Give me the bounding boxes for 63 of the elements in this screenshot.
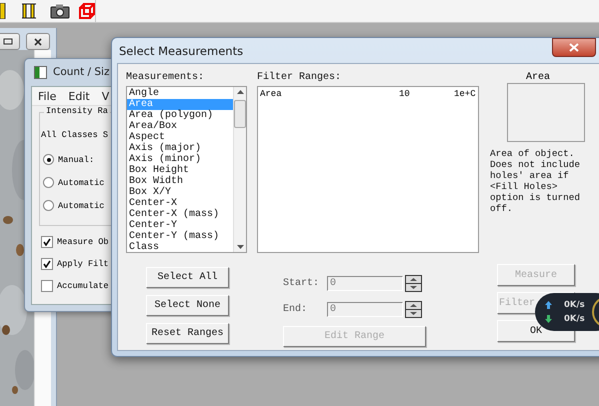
list-item[interactable]: Area (polygon) xyxy=(127,110,233,121)
classes-label: All Classes S xyxy=(41,130,108,140)
spinner-icon[interactable] xyxy=(405,301,422,318)
measurements-list[interactable]: Angle Area Area (polygon) Area/Box Aspect Axis (major) Axis (minor) Box Height Box Width Box X/Y Center-X Center-X (mass) Center-Y Center-Y (mass) Class xyxy=(126,86,247,253)
list-item[interactable]: Class xyxy=(127,242,233,253)
list-item[interactable]: Center-Y (mass) xyxy=(127,231,233,242)
table-cell-text: 10 xyxy=(399,89,411,99)
checkbox[interactable] xyxy=(41,280,53,292)
close-icon xyxy=(33,38,43,46)
checkbox[interactable] xyxy=(41,258,53,270)
list-item[interactable]: Axis (minor) xyxy=(127,154,233,165)
checkbox-label: Apply Filt xyxy=(57,258,109,268)
list-item[interactable]: Center-X (mass) xyxy=(127,209,233,220)
radio-button[interactable] xyxy=(43,177,54,188)
cube-icon[interactable] xyxy=(78,2,96,20)
window-title: Count / Siz xyxy=(53,66,110,78)
camera-icon[interactable] xyxy=(50,4,70,18)
list-item[interactable]: Box Width xyxy=(127,176,233,187)
spinner-icon[interactable] xyxy=(405,275,422,292)
description-text: Area of object. Does not include holes' area if <Fill Holes> option is turned off. xyxy=(490,148,582,214)
list-item[interactable]: Aspect xyxy=(127,132,233,143)
restore-icon xyxy=(3,38,13,45)
checkbox-label: Measure Ob xyxy=(57,236,109,246)
list-item[interactable]: Center-Y xyxy=(127,220,233,231)
list-button[interactable]: Reset Ranges xyxy=(146,323,229,344)
radio-button[interactable] xyxy=(43,200,54,211)
list-item[interactable]: Angle xyxy=(127,88,233,99)
list-button[interactable]: Select None xyxy=(146,295,229,316)
list-item[interactable]: Box X/Y xyxy=(127,187,233,198)
list-label: Filter Ranges: xyxy=(257,72,342,85)
list-item[interactable]: Area/Box xyxy=(127,121,233,132)
field-label: End: xyxy=(283,304,308,315)
radio-button[interactable] xyxy=(43,154,54,165)
field-label: Start: xyxy=(283,278,320,289)
close-button[interactable] xyxy=(26,33,50,50)
checkbox-label: Accumulate xyxy=(57,280,109,290)
list-label: Measurements: xyxy=(126,72,206,85)
menu-item[interactable]: V xyxy=(102,90,110,102)
app-icon xyxy=(34,66,47,78)
table-cell-text: Area xyxy=(260,89,283,99)
preview-title: Area xyxy=(524,72,551,83)
restore-button[interactable] xyxy=(0,33,20,50)
close-button[interactable] xyxy=(552,38,596,57)
list-button[interactable]: Select All xyxy=(146,267,229,288)
group-title: Intensity Ra xyxy=(44,106,110,116)
upload-icon xyxy=(545,301,552,309)
list-item[interactable]: Box Height xyxy=(127,165,233,176)
menu-item[interactable]: Edit xyxy=(68,90,90,102)
download-icon xyxy=(545,315,552,323)
scrollbar[interactable] xyxy=(233,87,246,252)
radio-label: Automatic xyxy=(58,200,104,210)
scroll-up-icon[interactable] xyxy=(236,90,244,94)
radio-label: Automatic xyxy=(58,178,104,188)
scroll-down-icon[interactable] xyxy=(236,245,244,249)
list-item[interactable]: Center-X xyxy=(127,198,233,209)
radio-label: Manual: xyxy=(58,154,94,164)
close-icon xyxy=(569,43,579,52)
list-item[interactable]: Axis (major) xyxy=(127,143,233,154)
scroll-thumb[interactable] xyxy=(234,100,246,128)
table-cell-text: 1e+C xyxy=(454,89,477,99)
checkbox[interactable] xyxy=(41,236,53,248)
menu-item[interactable]: File xyxy=(38,90,56,102)
dialog-title: Select Measurements xyxy=(119,44,244,58)
